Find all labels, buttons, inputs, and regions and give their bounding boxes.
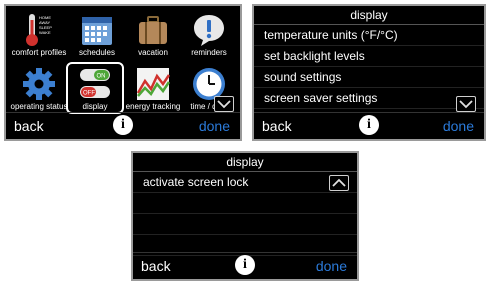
lock-footer: back i done <box>133 252 357 279</box>
back-button[interactable]: back <box>262 118 292 134</box>
svg-text:ON: ON <box>97 74 106 80</box>
tile-display[interactable]: ON OFF display <box>66 62 124 114</box>
chevron-up-icon <box>332 178 346 187</box>
tile-operating-status[interactable]: operating status <box>10 64 68 116</box>
toggle-icon: ON OFF <box>80 69 110 98</box>
menu-item-screen-saver-settings[interactable]: screen saver settings <box>254 88 484 109</box>
tile-comfort-profiles[interactable]: HOME AWAY SLEEP WAKE comfort profiles <box>10 10 68 62</box>
calendar-icon <box>82 17 112 45</box>
scroll-up-button[interactable] <box>329 175 349 191</box>
menu-item-activate-screen-lock[interactable]: activate screen lock <box>133 172 357 193</box>
home-footer: back i done <box>6 112 240 139</box>
menu-item-empty <box>133 214 357 235</box>
svg-text:WAKE: WAKE <box>39 30 51 35</box>
home-icon-grid: HOME AWAY SLEEP WAKE comfort profiles sc… <box>6 6 240 116</box>
home-screen: HOME AWAY SLEEP WAKE comfort profiles sc… <box>4 4 242 141</box>
tile-label: schedules <box>78 48 116 57</box>
scroll-down-button[interactable] <box>456 96 476 112</box>
tile-label: comfort profiles <box>11 48 67 57</box>
menu-item-empty <box>133 193 357 214</box>
tile-vacation[interactable]: vacation <box>124 10 182 62</box>
suitcase-icon <box>139 16 167 44</box>
tile-label: reminders <box>191 48 227 57</box>
screen-lock-screen: display activate screen lock back i done <box>131 151 359 281</box>
menu-item-sound-settings[interactable]: sound settings <box>254 67 484 88</box>
menu-item-temperature-units[interactable]: temperature units (°F/°C) <box>254 25 484 46</box>
back-button[interactable]: back <box>141 258 171 274</box>
tile-energy-tracking[interactable]: energy tracking <box>124 64 182 116</box>
exclamation-icon <box>194 15 224 46</box>
chevron-down-icon <box>459 100 473 109</box>
tile-label: operating status <box>10 102 68 111</box>
svg-text:OFF: OFF <box>83 91 95 97</box>
tile-label: energy tracking <box>125 102 181 111</box>
done-button[interactable]: done <box>199 118 230 134</box>
thermometer-icon: HOME AWAY SLEEP WAKE <box>26 14 52 46</box>
display-menu-screen: display temperature units (°F/°C) set ba… <box>252 4 486 141</box>
page-title: display <box>254 6 484 25</box>
tile-reminders[interactable]: reminders <box>180 10 238 62</box>
info-button[interactable]: i <box>235 255 255 275</box>
gear-icon <box>23 68 55 100</box>
chevron-down-icon <box>217 100 231 109</box>
tile-label: display <box>82 102 108 111</box>
done-button[interactable]: done <box>443 118 474 134</box>
page-title: display <box>133 153 357 172</box>
display-footer: back i done <box>254 112 484 139</box>
chart-icon <box>136 68 171 100</box>
tile-label: vacation <box>138 48 168 57</box>
back-button[interactable]: back <box>14 118 44 134</box>
info-button[interactable]: i <box>113 115 133 135</box>
info-button[interactable]: i <box>359 115 379 135</box>
tile-schedules[interactable]: schedules <box>68 10 126 62</box>
scroll-down-button[interactable] <box>214 96 234 112</box>
done-button[interactable]: done <box>316 258 347 274</box>
menu-item-backlight-levels[interactable]: set backlight levels <box>254 46 484 67</box>
